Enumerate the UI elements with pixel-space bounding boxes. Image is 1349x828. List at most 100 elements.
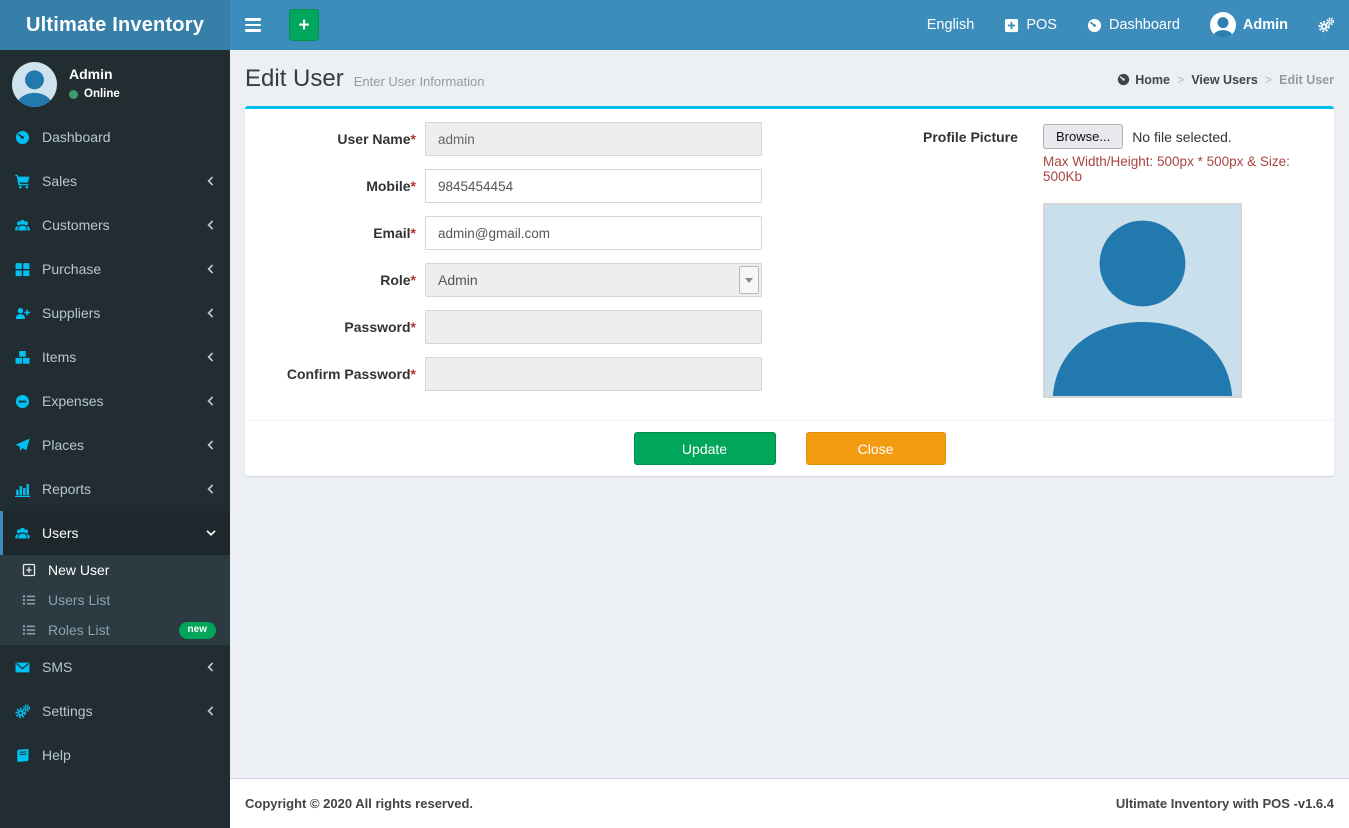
required-asterisk: * <box>411 225 416 241</box>
sidebar-user-panel: Admin Online <box>0 50 230 115</box>
sidebar-item-reports[interactable]: Reports <box>0 467 230 511</box>
gears-icon <box>1318 17 1334 33</box>
chevron-left-icon <box>206 352 216 362</box>
sidebar-item-customers[interactable]: Customers <box>0 203 230 247</box>
content-header: Edit User Enter User Information Home > … <box>230 50 1349 106</box>
sidebar-item-settings[interactable]: Settings <box>0 689 230 733</box>
dashboard-icon <box>15 130 42 145</box>
form-row-mobile: Mobile* <box>265 169 830 203</box>
plus-square-icon <box>1004 18 1019 33</box>
sidebar-item-suppliers[interactable]: Suppliers <box>0 291 230 335</box>
sidebar-user-name: Admin <box>69 66 120 82</box>
nav-item-pos[interactable]: POS <box>989 0 1072 50</box>
gears-icon <box>15 704 42 719</box>
sidebar-item-sms[interactable]: SMS <box>0 645 230 689</box>
sidebar-item-help[interactable]: Help <box>0 733 230 777</box>
sidebar: Admin Online Dashboard Sales Customers P… <box>0 50 230 828</box>
page-title: Edit User <box>245 65 344 93</box>
nav-settings-button[interactable] <box>1303 0 1349 50</box>
content-wrapper: Edit User Enter User Information Home > … <box>230 50 1349 778</box>
book-icon <box>15 748 42 763</box>
hamburger-icon <box>245 18 261 20</box>
nav-item-dashboard[interactable]: Dashboard <box>1072 0 1195 50</box>
form-row-email: Email* <box>265 216 830 250</box>
close-button[interactable]: Close <box>806 432 946 465</box>
role-select[interactable]: Admin <box>425 263 762 297</box>
cubes-icon <box>15 350 42 365</box>
form-row-confirm-password: Confirm Password* <box>265 357 830 391</box>
box-footer: Update Close <box>245 420 1334 476</box>
form-row-role: Role* Admin <box>265 263 830 297</box>
chevron-down-icon <box>206 528 216 538</box>
sidebar-menu: Dashboard Sales Customers Purchase Suppl… <box>0 115 230 555</box>
sidebar-toggle-button[interactable] <box>230 0 276 50</box>
email-field[interactable] <box>425 216 762 250</box>
sidebar-item-sales[interactable]: Sales <box>0 159 230 203</box>
users-icon <box>15 218 42 233</box>
required-asterisk: * <box>411 272 416 288</box>
mobile-field[interactable] <box>425 169 762 203</box>
chevron-left-icon <box>206 220 216 230</box>
plus-icon: + <box>298 16 309 35</box>
update-button[interactable]: Update <box>634 432 776 465</box>
edit-user-box: User Name* Mobile* Email* Role* Admin <box>245 106 1334 476</box>
sidebar-item-places[interactable]: Places <box>0 423 230 467</box>
sidebar-item-items[interactable]: Items <box>0 335 230 379</box>
required-asterisk: * <box>411 319 416 335</box>
caret-down-icon <box>745 278 753 283</box>
sidebar-item-dashboard[interactable]: Dashboard <box>0 115 230 159</box>
sidebar-item-purchase[interactable]: Purchase <box>0 247 230 291</box>
sidebar-subitem-users-list[interactable]: Users List <box>0 585 230 615</box>
sidebar-subitem-new-user[interactable]: New User <box>0 555 230 585</box>
chevron-left-icon <box>206 706 216 716</box>
profile-picture-section: Profile Picture Browse... No file select… <box>923 122 1319 398</box>
main-header: Ultimate Inventory + English POS Dashboa… <box>0 0 1349 50</box>
app-logo[interactable]: Ultimate Inventory <box>0 0 230 50</box>
version-text: Ultimate Inventory with POS -v1.6.4 <box>1116 796 1334 811</box>
grid-icon <box>15 262 42 277</box>
users-submenu: New User Users List Roles List new <box>0 555 230 645</box>
chevron-left-icon <box>206 308 216 318</box>
cart-icon <box>15 174 42 189</box>
online-dot-icon <box>69 90 78 99</box>
sidebar-menu-lower: SMS Settings Help <box>0 645 230 777</box>
app-title: Ultimate Inventory <box>26 14 204 37</box>
nav-user-menu[interactable]: Admin <box>1195 0 1303 50</box>
main-footer: Copyright © 2020 All rights reserved. Ul… <box>230 778 1349 828</box>
new-badge: new <box>179 622 216 639</box>
user-plus-icon <box>15 306 42 321</box>
password-field[interactable] <box>425 310 762 344</box>
sidebar-user-status[interactable]: Online <box>69 88 120 100</box>
confirm-password-field[interactable] <box>425 357 762 391</box>
select-caret-box <box>739 266 759 294</box>
copyright-text: Copyright © 2020 All rights reserved. <box>245 796 473 811</box>
nav-item-language[interactable]: English <box>912 0 990 50</box>
sidebar-item-users[interactable]: Users <box>0 511 230 555</box>
upload-size-note: Max Width/Height: 500px * 500px & Size: … <box>1043 154 1319 184</box>
required-asterisk: * <box>411 178 416 194</box>
browse-button[interactable]: Browse... <box>1043 124 1123 149</box>
sidebar-item-expenses[interactable]: Expenses <box>0 379 230 423</box>
breadcrumb-separator: > <box>1265 73 1272 87</box>
avatar <box>12 62 57 107</box>
user-name-field[interactable] <box>425 122 762 156</box>
chevron-left-icon <box>206 176 216 186</box>
dashboard-icon <box>1087 18 1102 33</box>
quick-add-button[interactable]: + <box>289 9 319 41</box>
file-status-text: No file selected. <box>1132 129 1232 145</box>
top-navbar: + English POS Dashboard Admin <box>230 0 1349 50</box>
home-dashboard-icon <box>1117 73 1130 86</box>
breadcrumb-view-users[interactable]: View Users <box>1191 73 1257 87</box>
bar-chart-icon <box>15 482 42 497</box>
list-icon <box>22 623 48 637</box>
breadcrumb: Home > View Users > Edit User <box>1117 73 1334 87</box>
required-asterisk: * <box>411 366 416 382</box>
form-row-password: Password* <box>265 310 830 344</box>
form-row-user-name: User Name* <box>265 122 830 156</box>
chevron-left-icon <box>206 440 216 450</box>
breadcrumb-home[interactable]: Home <box>1117 73 1170 87</box>
sidebar-subitem-roles-list[interactable]: Roles List new <box>0 615 230 645</box>
edit-user-form: User Name* Mobile* Email* Role* Admin <box>265 122 830 398</box>
navbar-right: English POS Dashboard Admin <box>912 0 1349 50</box>
profile-picture-preview <box>1043 203 1242 398</box>
